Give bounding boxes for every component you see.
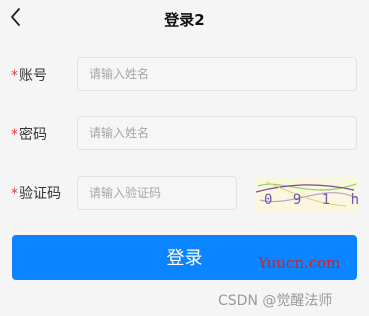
top-bar: 登录2 xyxy=(0,0,369,38)
account-input[interactable] xyxy=(77,57,357,91)
captcha-input[interactable] xyxy=(77,176,237,210)
password-label-text: 密码 xyxy=(19,127,47,143)
site-watermark: Yuucn.com xyxy=(258,254,341,272)
required-mark: * xyxy=(11,127,18,143)
password-label: *密码 xyxy=(11,124,47,144)
captcha-label-text: 验证码 xyxy=(19,186,61,202)
captcha-label: *验证码 xyxy=(11,183,61,203)
account-label-text: 账号 xyxy=(19,68,47,84)
account-label: *账号 xyxy=(11,65,47,85)
page-title: 登录2 xyxy=(164,11,205,29)
account-row: *账号 xyxy=(0,57,369,93)
author-watermark: CSDN @觉醒法师 xyxy=(218,293,333,309)
password-input[interactable] xyxy=(77,116,357,150)
required-mark: * xyxy=(11,68,18,84)
captcha-text: 0 9 1 h xyxy=(264,192,358,208)
password-row: *密码 xyxy=(0,116,369,152)
captcha-image[interactable]: 0 9 1 h xyxy=(256,178,358,211)
required-mark: * xyxy=(11,186,18,202)
captcha-row: *验证码 0 9 1 h xyxy=(0,175,369,211)
